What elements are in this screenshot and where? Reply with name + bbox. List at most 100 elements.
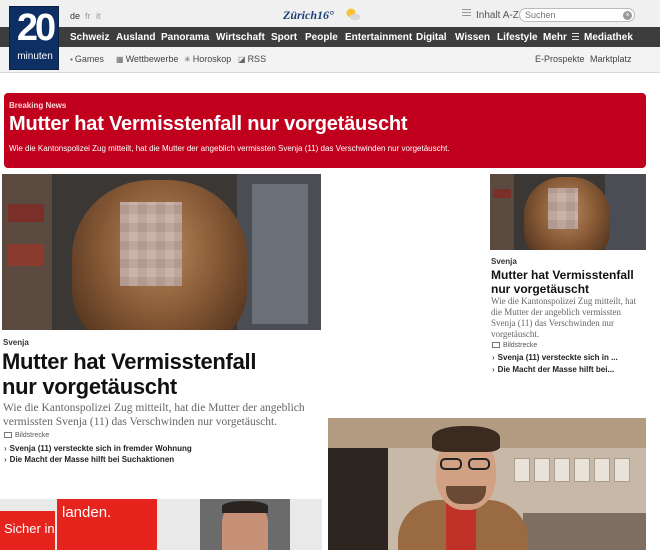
lang-fr[interactable]: fr (85, 11, 91, 21)
subnav-item-games[interactable]: ▪ Games (70, 54, 104, 64)
ad-text: landen. (62, 504, 112, 521)
az-index-link[interactable]: Inhalt A-Z (476, 10, 519, 21)
lead-line: vorgetäuscht. (491, 329, 540, 339)
bildstrecke-label: Bildstrecke (15, 432, 50, 439)
poster-shape (534, 458, 550, 482)
nav-item-entertainment[interactable]: Entertainment (345, 32, 412, 43)
logo[interactable]: 20 minuten (9, 6, 59, 70)
breaking-news-label: Breaking News (9, 101, 67, 110)
nav-item-people[interactable]: People (305, 32, 338, 43)
subnav-label: RSS (247, 54, 267, 64)
main-nav: Schweiz Ausland Panorama Wirtschaft Spor… (0, 27, 660, 47)
subnav-item-e-prospekte[interactable]: E-Prospekte (535, 54, 585, 64)
pixelated-face (548, 188, 578, 229)
poster-shape (554, 458, 570, 482)
ad-text: Sicher in (4, 521, 55, 536)
headline-line: Mutter hat Vermisstenfall (2, 349, 257, 374)
related-label: Svenja (11) versteckte sich in fremder W… (9, 444, 192, 453)
search-input[interactable] (519, 8, 635, 22)
related-label: Die Macht der Masse hilft bei... (497, 365, 615, 374)
logo-number: 20 (16, 7, 56, 49)
weather-temp[interactable]: 16° (317, 8, 334, 23)
dark-figure-shape (328, 448, 388, 550)
sun-cloud-icon (346, 8, 361, 21)
books-shape (8, 204, 44, 222)
hair-shape (222, 501, 268, 513)
subnav-item-rss[interactable]: ◪ RSS (238, 54, 266, 64)
subnav-label: Wettbewerbe (125, 54, 179, 64)
main-article-kicker: Svenja (3, 338, 29, 347)
related-label: Svenja (11) versteckte sich in ... (497, 353, 618, 362)
nav-item-schweiz[interactable]: Schweiz (70, 32, 109, 43)
window-shape (605, 174, 646, 250)
main-article-photo[interactable] (2, 174, 321, 330)
rss-icon: ◪ (238, 55, 246, 64)
camera-icon (492, 342, 500, 348)
arrow-right-icon: › (492, 353, 495, 362)
side-related-link-1[interactable]: › Svenja (11) versteckte sich in ... (492, 353, 618, 362)
poster-shape (514, 458, 530, 482)
nav-item-wirtschaft[interactable]: Wirtschaft (216, 32, 265, 43)
main-related-link-1[interactable]: › Svenja (11) versteckte sich in fremder … (4, 444, 192, 453)
lead-line: die Mutter der angeblich vermissten (491, 307, 621, 317)
menu-lines-icon (462, 9, 471, 17)
side-article-photo[interactable] (490, 174, 646, 250)
main-bildstrecke-link[interactable]: Bildstrecke (4, 432, 49, 439)
lead-line: Wie die Kantonspolizei Zug mitteilt, hat… (3, 402, 305, 414)
poster-shape (574, 458, 590, 482)
logo-word: minuten (17, 51, 53, 62)
main-article-headline[interactable]: Mutter hat Vermisstenfall nur vorgetäusc… (2, 349, 256, 399)
nav-item-lifestyle[interactable]: Lifestyle (497, 32, 538, 43)
crowd-shape (523, 513, 646, 550)
nav-item-wissen[interactable]: Wissen (455, 32, 490, 43)
arrow-right-icon: › (492, 365, 495, 374)
poster-shape (594, 458, 610, 482)
nav-item-ausland[interactable]: Ausland (116, 32, 155, 43)
side-related-link-2[interactable]: › Die Macht der Masse hilft bei... (492, 365, 614, 374)
subnav-label: Games (74, 54, 104, 64)
side-article-kicker: Svenja (491, 257, 517, 266)
side-article-headline[interactable]: Mutter hat Vermisstenfall nur vorgetäusc… (491, 268, 634, 296)
poster-shape (614, 458, 630, 482)
subnav-item-marktplatz[interactable]: Marktplatz (590, 54, 632, 64)
lang-it[interactable]: it (96, 11, 101, 21)
top-bar: de fr it Zürich 16° Inhalt A-Z × (0, 0, 660, 27)
arrow-right-icon: › (4, 455, 7, 464)
nav-item-sport[interactable]: Sport (271, 32, 297, 43)
nav-item-mediathek[interactable]: Mediathek (584, 32, 633, 43)
bottom-left-photo[interactable]: Sicher in landen. (0, 499, 322, 550)
main-related-link-2[interactable]: › Die Macht der Masse hilft bei Suchaktio… (4, 455, 174, 464)
hair-shape (432, 426, 500, 452)
subnav-item-wettbewerbe[interactable]: ▦ Wettbewerbe (116, 54, 178, 64)
subnav-label: Horoskop (192, 54, 232, 64)
side-article-lead: Wie die Kantonspolizei Zug mitteilt, hat… (491, 296, 636, 340)
nav-item-mehr[interactable]: Mehr (543, 32, 567, 43)
breaking-news-headline[interactable]: Mutter hat Vermisstenfall nur vorgetäusc… (9, 113, 408, 136)
pixelated-face (120, 202, 182, 286)
page: de fr it Zürich 16° Inhalt A-Z × 20 minu… (0, 0, 660, 550)
related-label: Die Macht der Masse hilft bei Suchaktion… (9, 455, 175, 464)
nav-item-panorama[interactable]: Panorama (161, 32, 209, 43)
bookshelf-shape (490, 174, 514, 250)
headline-line: nur vorgetäuscht (2, 374, 177, 399)
lead-line: Wie die Kantonspolizei Zug mitteilt, hat (491, 296, 637, 306)
arrow-right-icon: › (4, 444, 7, 453)
search-clear-icon[interactable]: × (623, 11, 632, 20)
breaking-news-banner[interactable]: Breaking News Mutter hat Vermisstenfall … (4, 93, 646, 168)
subnav-item-horoskop[interactable]: ✳ Horoskop (184, 54, 231, 64)
window-pane-shape (252, 184, 308, 324)
camera-icon (4, 432, 12, 438)
headline-line: Mutter hat Vermisstenfall (491, 268, 634, 282)
lead-line: Svenja (11) das Verschwinden nur (491, 318, 614, 328)
nav-item-digital[interactable]: Digital (416, 32, 447, 43)
bottom-right-photo[interactable] (328, 418, 646, 550)
lead-line: vermissten Svenja (11) das Verschwinden … (3, 416, 278, 428)
lang-de[interactable]: de (70, 11, 80, 21)
side-bildstrecke-link[interactable]: Bildstrecke (492, 342, 537, 349)
books-shape (493, 189, 511, 198)
weather-city[interactable]: Zürich (283, 8, 317, 23)
gift-icon: ▦ (116, 55, 124, 64)
breaking-news-lead: Wie die Kantonspolizei Zug mitteilt, hat… (9, 144, 450, 153)
star-icon: ✳ (184, 55, 191, 64)
books-shape (8, 244, 44, 266)
